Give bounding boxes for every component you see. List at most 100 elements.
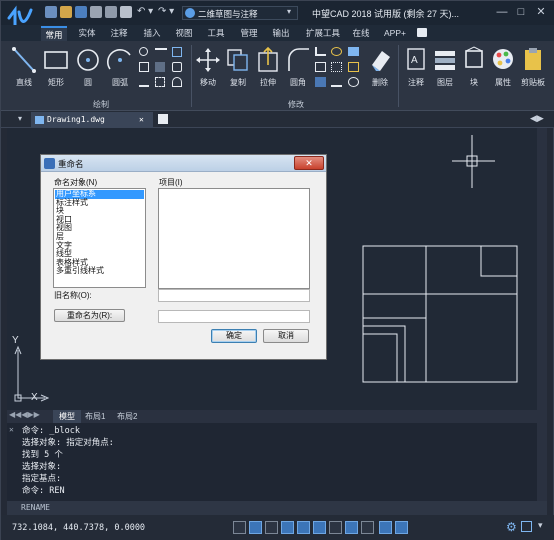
annotation-panel-button[interactable]: A 注释 — [402, 45, 430, 97]
dialog-title-bar[interactable]: 重命名 ✕ — [41, 155, 326, 172]
close-tab-icon[interactable]: ✕ — [139, 112, 144, 128]
tab-annotate[interactable]: 注释 — [107, 26, 131, 41]
circle-tool-button[interactable]: 圆 — [73, 45, 103, 87]
ucs-x-label: X — [31, 392, 38, 403]
scale-icon[interactable] — [348, 62, 359, 72]
print-preview-icon[interactable] — [105, 6, 117, 18]
tab-app-plus[interactable]: APP+ — [380, 26, 410, 41]
tab-home[interactable]: 常用 — [41, 26, 67, 41]
erase-tool-button[interactable]: 删除 — [367, 45, 393, 87]
tab-drawing1[interactable]: Drawing1.dwg ✕ — [31, 112, 153, 128]
command-scrollbar[interactable] — [537, 423, 547, 501]
tab-menu-icon[interactable]: ▾ — [18, 114, 22, 123]
tab-manage[interactable]: 管理 — [237, 26, 261, 41]
plot-icon[interactable] — [120, 6, 132, 18]
lineweight-icon[interactable] — [361, 521, 374, 534]
undo-icon[interactable]: ↶ ▾ — [137, 6, 153, 17]
named-objects-list[interactable]: 用户坐标系 标注样式块视口 视图层文字 线型 表格样式 多重引线样式 — [53, 188, 146, 288]
command-input[interactable]: RENAME — [7, 501, 547, 515]
offset-icon[interactable] — [315, 62, 326, 72]
dialog-close-button[interactable]: ✕ — [294, 156, 324, 170]
tab-solid[interactable]: 实体 — [75, 26, 99, 41]
arc-tool-button[interactable]: 圆弧 — [105, 45, 135, 87]
items-list[interactable] — [158, 188, 310, 289]
tab-extension-tools[interactable]: 扩展工具 — [301, 26, 345, 41]
rectangle-tool-button[interactable]: 矩形 — [41, 45, 71, 87]
layer-panel-button[interactable]: 图层 — [431, 45, 459, 97]
settings-gear-icon[interactable]: ⚙ — [506, 520, 517, 534]
explode-icon[interactable] — [315, 77, 326, 87]
rename-dialog: 重命名 ✕ 命名对象(N) 项目(I) 用户坐标系 标注样式块视口 视图层文字 线型表… — [40, 154, 327, 360]
grid-icon[interactable] — [233, 521, 246, 534]
old-name-field[interactable] — [158, 289, 310, 302]
polar-icon[interactable] — [281, 521, 294, 534]
donut-icon[interactable] — [172, 77, 182, 87]
tab-tools[interactable]: 工具 — [204, 26, 228, 41]
line-tool-button[interactable]: 直线 — [9, 45, 39, 87]
ortho-icon[interactable] — [265, 521, 278, 534]
break-icon[interactable] — [348, 77, 359, 87]
properties-panel-button[interactable]: 属性 — [489, 45, 517, 97]
tab-layout1[interactable]: 布局1 — [85, 410, 115, 423]
close-panel-icon[interactable]: ✕ — [9, 425, 14, 434]
otrack-icon[interactable] — [313, 521, 326, 534]
trim-icon[interactable] — [315, 47, 326, 56]
copy-tool-button[interactable]: 复制 — [225, 45, 251, 87]
close-button[interactable]: ✕ — [534, 5, 548, 19]
tab-output[interactable]: 输出 — [269, 26, 293, 41]
boundary-icon[interactable] — [172, 62, 182, 72]
tab-insert[interactable]: 插入 — [140, 26, 164, 41]
dynamic-input-icon[interactable] — [345, 521, 358, 534]
ok-button[interactable]: 确定 — [211, 329, 257, 343]
extend-icon[interactable] — [331, 77, 342, 87]
status-bar: 732.1084, 440.7378, 0.0000 ⚙ ▾ — [1, 515, 554, 540]
stretch-tool-button[interactable]: 拉伸 — [255, 45, 281, 87]
open-folder-icon[interactable] — [60, 6, 72, 18]
rotate-icon[interactable] — [331, 47, 342, 56]
dialog-app-icon — [44, 158, 55, 169]
command-line: 找到 5 个 — [22, 450, 63, 460]
ribbon-toggle-icon[interactable] — [417, 28, 427, 37]
stretch-label: 拉伸 — [260, 78, 276, 87]
minimize-button[interactable]: — — [495, 5, 509, 19]
hatch-icon[interactable] — [172, 47, 182, 57]
save-icon[interactable] — [75, 6, 87, 18]
polygon-icon[interactable] — [139, 62, 149, 72]
status-menu-icon[interactable]: ▾ — [538, 520, 543, 531]
workspace-label: 二维草图与注释 — [198, 9, 258, 19]
mirror-icon[interactable] — [348, 47, 359, 56]
tab-model[interactable]: 模型 — [53, 410, 81, 423]
tab-view[interactable]: 视图 — [172, 26, 196, 41]
layout-nav-icon[interactable]: ◀◀◀▶▶ — [9, 410, 40, 419]
annotation-scale-icon[interactable] — [395, 521, 408, 534]
selection-cycling-icon[interactable] — [379, 521, 392, 534]
new-tab-icon[interactable] — [158, 114, 168, 124]
polyline-icon[interactable] — [139, 77, 149, 87]
fillet-tool-button[interactable]: 圆角 — [285, 45, 311, 87]
array-icon[interactable] — [331, 62, 342, 72]
snap-icon[interactable] — [249, 521, 262, 534]
vertical-scrollbar[interactable] — [537, 128, 547, 410]
tab-online[interactable]: 在线 — [349, 26, 373, 41]
region-icon[interactable] — [155, 62, 165, 72]
spline-icon[interactable] — [155, 48, 167, 55]
rename-to-button[interactable]: 重命名为(R): — [54, 309, 125, 322]
named-object-item[interactable]: 多重引线样式 — [55, 267, 104, 276]
print-icon[interactable] — [90, 6, 102, 18]
maximize-button[interactable]: □ — [514, 5, 528, 19]
move-tool-button[interactable]: 移动 — [195, 45, 221, 87]
block-panel-button[interactable]: 块 — [460, 45, 488, 97]
new-file-icon[interactable] — [45, 6, 57, 18]
workspace-selector[interactable]: 二维草图与注释 ▾ — [182, 6, 298, 20]
tab-scroll-icon[interactable]: ◀▶ — [530, 113, 544, 124]
ellipse-icon[interactable] — [139, 47, 148, 56]
fullscreen-icon[interactable] — [521, 521, 532, 532]
redo-icon[interactable]: ↷ ▾ — [158, 6, 174, 17]
dynamic-ucs-icon[interactable] — [329, 521, 342, 534]
new-name-field[interactable] — [158, 310, 310, 323]
cancel-button[interactable]: 取消 — [263, 329, 309, 343]
tab-layout2[interactable]: 布局2 — [117, 410, 147, 423]
clipboard-panel-button[interactable]: 剪贴板 — [518, 45, 548, 97]
revcloud-icon[interactable] — [155, 77, 165, 87]
osnap-icon[interactable] — [297, 521, 310, 534]
